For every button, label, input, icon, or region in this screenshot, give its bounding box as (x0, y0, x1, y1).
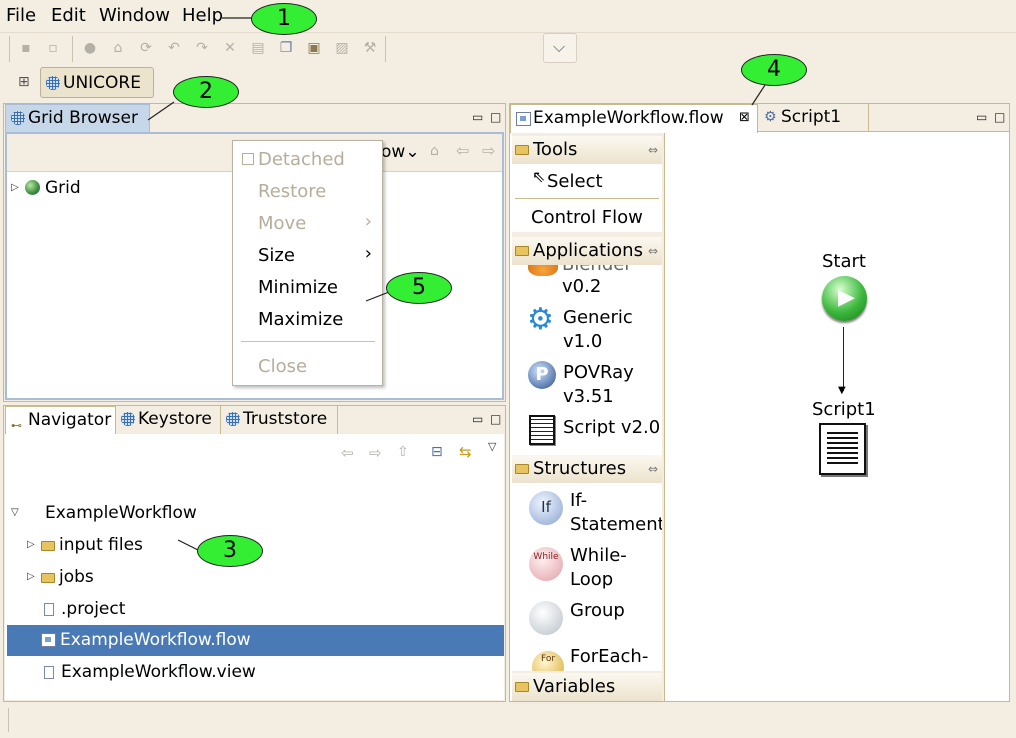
callout-4: 4 (741, 54, 807, 86)
callout-1: 1 (251, 3, 317, 35)
callout-2: 2 (173, 76, 239, 108)
callout-pointers (147, 17, 768, 551)
status-bar (0, 704, 1016, 738)
status-separator (8, 708, 9, 732)
callout-3: 3 (197, 535, 263, 567)
callout-5: 5 (386, 272, 452, 304)
